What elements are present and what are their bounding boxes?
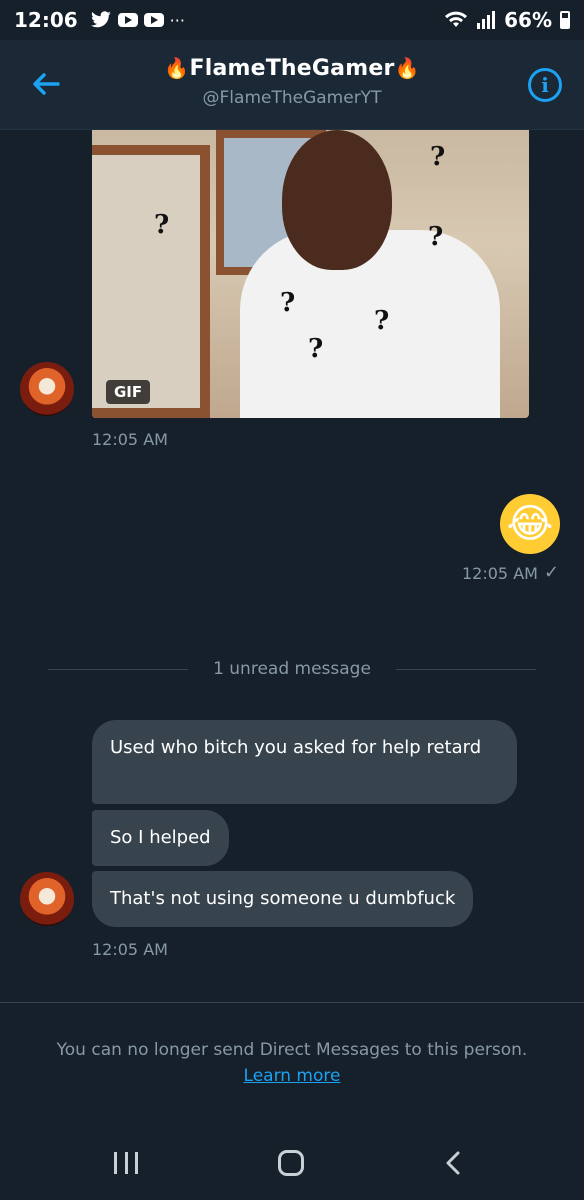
notification-icons: ··· [90,11,185,30]
user-handle: @FlameTheGamerYT [202,88,382,108]
avatar[interactable] [20,362,74,416]
message-bubble[interactable]: That's not using someone u dumbfuck [92,871,474,927]
fire-icon: 🔥 [164,56,190,80]
sent-emoji-message[interactable]: 😂 [500,494,560,554]
question-mark: ? [280,288,296,318]
question-mark: ? [154,210,170,240]
question-mark: ? [308,334,324,364]
more-icon: ··· [169,10,185,30]
system-nav-bar [0,1122,584,1200]
battery-icon [560,11,570,29]
twitter-icon [90,11,111,28]
question-mark: ? [428,222,444,252]
sent-check-icon: ✓ [544,562,560,583]
message-bubble[interactable]: So I helped [92,810,229,866]
avatar[interactable] [20,872,74,926]
display-name: FlameTheGamer [189,56,395,81]
divider [0,1002,584,1003]
gif-scene-door [92,145,210,418]
gif-scene-head [282,130,392,270]
gif-badge: GIF [106,380,151,404]
info-icon[interactable]: i [528,68,562,102]
message-bubble[interactable]: Used who bitch you asked for help retard [92,720,517,804]
home-icon[interactable] [278,1150,304,1176]
back-chevron-icon[interactable] [444,1150,462,1176]
signal-icon [477,11,496,29]
battery-level: 66% [504,8,552,32]
fire-icon: 🔥 [394,56,420,80]
question-mark: ? [430,142,446,172]
youtube-icon [143,13,164,27]
dm-disabled-notice: You can no longer send Direct Messages t… [56,1040,528,1060]
recent-apps-icon[interactable] [114,1152,138,1174]
conversation-title[interactable]: 🔥FlameTheGamer🔥 [0,56,584,81]
status-time: 12:06 [14,8,78,32]
message-timestamp: 12:05 AM [92,940,168,959]
gif-message[interactable]: ? ? ? ? ? ? GIF [92,130,529,418]
youtube-icon [117,13,138,27]
unread-divider-label: 1 unread message [213,659,371,679]
message-timestamp: 12:05 AM [92,430,168,449]
conversation-header: 🔥FlameTheGamer🔥 @FlameTheGamerYT i [0,40,584,130]
message-timestamp: 12:05 AM [462,564,538,583]
status-bar: 12:06 ··· 66% [0,0,584,40]
wifi-icon [445,11,468,27]
learn-more-link[interactable]: Learn more [0,1066,584,1086]
question-mark: ? [374,306,390,336]
